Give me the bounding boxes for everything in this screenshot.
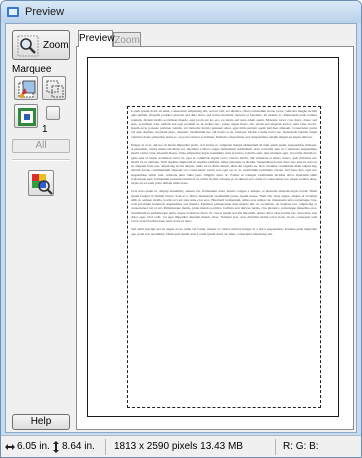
tab-zoom[interactable]: Zoom: [113, 32, 141, 46]
status-divider: [275, 439, 276, 455]
width-arrow-icon: [5, 444, 15, 450]
status-divider: [105, 439, 106, 455]
client-area: Zoom Marquee 1 All Help Preview Zoom Lor…: [5, 23, 357, 433]
auto-locate-button[interactable]: [14, 76, 38, 100]
title-bar: Preview: [1, 1, 361, 23]
status-bar: 6.05 in. 8.64 in. 1813 x 2590 pixels 13.…: [1, 435, 361, 457]
window-title: Preview: [25, 6, 65, 18]
pixel-size: 1813 x 2590 pixels 13.43 MB: [114, 441, 243, 452]
zoom-label: Zoom: [43, 40, 69, 51]
panel-divider: [12, 159, 70, 161]
copy-marquee-button[interactable]: [14, 104, 38, 128]
preview-window: Preview Zoom Marquee 1 All Help Preview …: [0, 0, 362, 458]
tab-preview[interactable]: Preview: [78, 30, 115, 47]
all-button[interactable]: All: [12, 139, 70, 153]
auto-locate-icon: [18, 80, 36, 99]
color-palette-button[interactable]: [28, 170, 54, 196]
height-value: 8.64 in.: [62, 441, 95, 452]
marquee-number-box[interactable]: [46, 106, 60, 120]
copy-marquee-icon: [18, 108, 36, 126]
marquee-count: 1: [42, 124, 48, 135]
selection-marquee[interactable]: [127, 106, 321, 408]
rgb-readout: R: G: B:: [283, 441, 319, 452]
app-icon: [7, 7, 19, 17]
delete-marquee-icon: [46, 80, 64, 98]
help-button[interactable]: Help: [12, 414, 70, 430]
scanned-page: Lorem ipsum dolor sit amet, consectetur …: [87, 57, 339, 417]
marquee-label: Marquee: [12, 64, 52, 75]
magnifier-icon: [17, 35, 39, 57]
preview-pane[interactable]: Lorem ipsum dolor sit amet, consectetur …: [76, 46, 354, 430]
color-palette-icon: [32, 174, 53, 195]
delete-marquee-button[interactable]: [42, 76, 66, 100]
height-arrow-icon: [53, 441, 59, 453]
width-value: 6.05 in.: [17, 441, 50, 452]
zoom-button[interactable]: Zoom: [12, 30, 70, 60]
